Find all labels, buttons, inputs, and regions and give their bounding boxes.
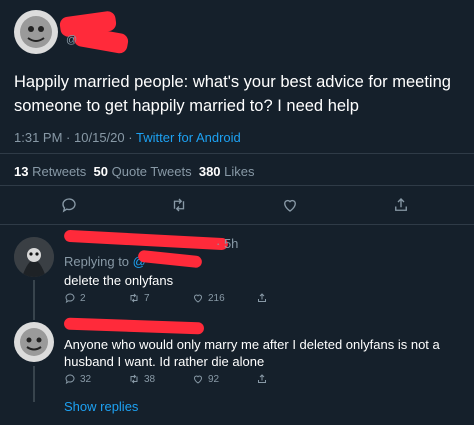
redacted-handle (137, 249, 203, 269)
retweet-count: 7 (144, 292, 150, 304)
tweet-date: 10/15/20 (74, 130, 125, 145)
reply-icon[interactable] (56, 192, 82, 218)
avatar[interactable] (14, 237, 54, 277)
retweets-stat[interactable]: 13 Retweets (14, 164, 86, 179)
retweet-count: 38 (144, 373, 156, 385)
meta-separator: · (66, 130, 71, 145)
reply-time: · 5h (216, 236, 239, 251)
divider (0, 185, 474, 186)
like-icon[interactable]: 92 (192, 373, 219, 385)
reply-count: 2 (80, 292, 86, 304)
reply-icon[interactable]: 2 (64, 292, 86, 304)
reply-action-bar: 32 38 92 (0, 373, 474, 387)
tweet-time: 1:31 PM (14, 130, 63, 145)
tweet-source-link[interactable]: Twitter for Android (136, 130, 241, 145)
meta-separator: · (128, 130, 133, 145)
likes-stat[interactable]: 380 Likes (199, 164, 255, 179)
show-replies-link[interactable]: Show replies (64, 399, 138, 414)
redacted-name (63, 317, 205, 335)
replying-to: Replying to @ (64, 254, 146, 269)
user-handle: @ (66, 34, 78, 46)
share-icon[interactable] (388, 192, 414, 218)
tweet-text: Happily married people: what's your best… (14, 73, 451, 115)
divider (0, 224, 474, 225)
share-icon[interactable] (256, 373, 268, 385)
tweet-action-bar (0, 192, 474, 218)
retweet-icon[interactable] (166, 192, 192, 218)
reply-action-bar: 2 7 216 (0, 292, 474, 306)
reply-text: delete the onlyfans (64, 273, 174, 288)
retweet-icon[interactable]: 38 (128, 373, 155, 385)
avatar[interactable] (14, 10, 58, 54)
tweet-meta: 1:31 PM · 10/15/20 · Twitter for Android (14, 130, 241, 145)
like-count: 216 (208, 292, 225, 304)
reply-count: 32 (80, 373, 92, 385)
reply-text: Anyone who would only marry me after I d… (64, 337, 440, 369)
tweet-stats: 13 Retweets 50 Quote Tweets 380 Likes (14, 164, 255, 179)
redacted-name (63, 229, 229, 251)
like-icon[interactable]: 216 (192, 292, 225, 304)
replying-label: Replying to (64, 254, 130, 269)
like-icon[interactable] (277, 192, 303, 218)
reply-icon[interactable]: 32 (64, 373, 91, 385)
share-icon[interactable] (256, 292, 268, 304)
redacted-handle (72, 25, 130, 55)
avatar[interactable] (14, 322, 54, 362)
divider (0, 153, 474, 154)
quote-tweets-stat[interactable]: 50 Quote Tweets (94, 164, 192, 179)
retweet-icon[interactable]: 7 (128, 292, 150, 304)
like-count: 92 (208, 373, 220, 385)
